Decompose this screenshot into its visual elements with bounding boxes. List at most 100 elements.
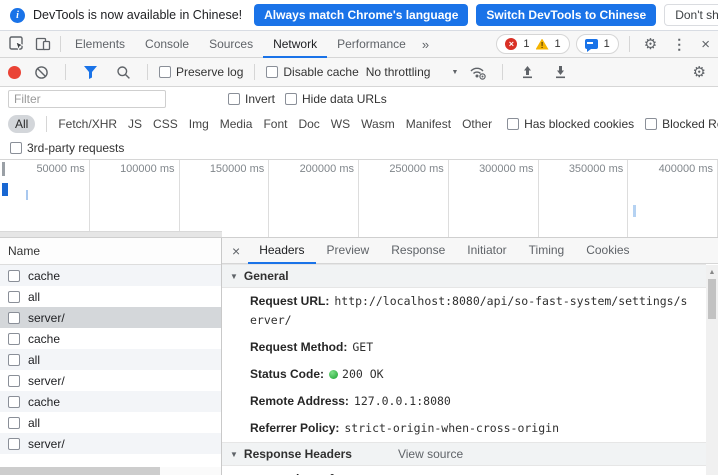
network-main-area: Name cache all server/ cache all server/… <box>0 238 718 475</box>
filter-input[interactable] <box>8 90 166 108</box>
disclosure-triangle-icon: ▼ <box>230 272 238 281</box>
import-har-icon[interactable] <box>514 61 540 83</box>
row-checkbox[interactable] <box>8 333 20 345</box>
issues-badge[interactable]: 1 <box>576 34 619 54</box>
headers-content: ▼ General Request URL:http://localhost:8… <box>222 264 718 475</box>
export-har-icon[interactable] <box>547 61 573 83</box>
request-row[interactable]: all <box>0 349 221 370</box>
general-section-header[interactable]: ▼ General <box>222 264 706 288</box>
scrollbar-thumb[interactable] <box>708 279 716 319</box>
row-checkbox[interactable] <box>8 417 20 429</box>
divider <box>502 64 503 80</box>
type-filter-all[interactable]: All <box>8 115 35 133</box>
type-filter-wasm[interactable]: Wasm <box>361 117 395 131</box>
disable-cache-checkbox[interactable]: Disable cache <box>266 65 358 79</box>
settings-gear-icon[interactable]: ⚙ <box>640 35 661 53</box>
inspect-element-icon[interactable] <box>4 33 30 55</box>
details-tab-preview[interactable]: Preview <box>316 238 381 264</box>
info-icon: i <box>10 8 25 23</box>
disclosure-triangle-icon: ▼ <box>230 450 238 459</box>
preserve-log-checkbox[interactable]: Preserve log <box>159 65 243 79</box>
request-row[interactable]: cache <box>0 391 221 412</box>
tab-network[interactable]: Network <box>263 31 327 58</box>
response-headers-section-title: Response Headers <box>244 447 352 461</box>
type-filter-manifest[interactable]: Manifest <box>406 117 451 131</box>
request-row[interactable]: cache <box>0 265 221 286</box>
overview-scroll-thumb[interactable] <box>0 231 222 237</box>
details-tab-headers[interactable]: Headers <box>248 238 315 264</box>
checkbox[interactable] <box>228 93 240 105</box>
blocked-requests-label: Blocked Requests <box>662 117 718 131</box>
type-filter-doc[interactable]: Doc <box>298 117 319 131</box>
request-row-selected[interactable]: server/ <box>0 307 221 328</box>
divider <box>60 36 61 52</box>
devtools-close-icon[interactable]: × <box>697 37 714 52</box>
type-filter-font[interactable]: Font <box>263 117 287 131</box>
network-conditions-icon[interactable] <box>465 61 491 83</box>
checkbox[interactable] <box>266 66 278 78</box>
network-settings-gear-icon[interactable]: ⚙ <box>689 63 710 81</box>
kebab-menu-icon[interactable]: ⋮ <box>667 36 691 53</box>
row-checkbox[interactable] <box>8 270 20 282</box>
details-tab-response[interactable]: Response <box>380 238 456 264</box>
tab-performance[interactable]: Performance <box>327 31 416 58</box>
has-blocked-cookies-checkbox[interactable]: Has blocked cookies <box>507 117 634 131</box>
network-overview-timeline[interactable]: 50000 ms 100000 ms 150000 ms 200000 ms 2… <box>0 160 718 238</box>
search-icon[interactable] <box>110 61 136 83</box>
type-filter-ws[interactable]: WS <box>331 117 350 131</box>
checkbox[interactable] <box>645 118 657 130</box>
dont-show-again-button[interactable]: Don't show again <box>664 4 718 26</box>
request-row[interactable]: cache <box>0 328 221 349</box>
row-checkbox[interactable] <box>8 291 20 303</box>
always-match-language-button[interactable]: Always match Chrome's language <box>254 4 468 26</box>
request-row[interactable]: all <box>0 286 221 307</box>
invert-checkbox[interactable]: Invert <box>228 92 275 106</box>
throttling-dropdown[interactable]: No throttling ▼ <box>366 65 459 79</box>
details-close-icon[interactable]: × <box>222 243 248 259</box>
filter-funnel-icon[interactable] <box>77 61 103 83</box>
type-filter-js[interactable]: JS <box>128 117 142 131</box>
view-source-link[interactable]: View source <box>398 447 463 461</box>
scrollbar-thumb[interactable] <box>0 467 160 475</box>
tab-console[interactable]: Console <box>135 31 199 58</box>
type-filter-media[interactable]: Media <box>220 117 253 131</box>
row-checkbox[interactable] <box>8 375 20 387</box>
device-toolbar-icon[interactable] <box>30 33 56 55</box>
divider <box>65 64 66 80</box>
more-tabs-icon[interactable]: » <box>416 37 435 52</box>
tab-sources[interactable]: Sources <box>199 31 263 58</box>
third-party-requests-checkbox[interactable]: 3rd-party requests <box>10 141 124 155</box>
request-row[interactable]: server/ <box>0 370 221 391</box>
checkbox[interactable] <box>285 93 297 105</box>
row-checkbox[interactable] <box>8 312 20 324</box>
referrer-policy-row: Referrer Policy:strict-origin-when-cross… <box>222 415 706 442</box>
console-errors-warnings-badge[interactable]: × 1 ! 1 <box>496 34 569 54</box>
vertical-scrollbar[interactable]: ▲ <box>706 265 718 475</box>
details-tab-initiator[interactable]: Initiator <box>456 238 517 264</box>
checkbox[interactable] <box>159 66 171 78</box>
type-filter-img[interactable]: Img <box>189 117 209 131</box>
details-tab-cookies[interactable]: Cookies <box>575 238 640 264</box>
hide-data-urls-checkbox[interactable]: Hide data URLs <box>285 92 387 106</box>
blocked-requests-checkbox[interactable]: Blocked Requests <box>645 117 718 131</box>
type-filter-css[interactable]: CSS <box>153 117 178 131</box>
switch-devtools-chinese-button[interactable]: Switch DevTools to Chinese <box>476 4 656 26</box>
horizontal-scrollbar[interactable] <box>0 467 221 475</box>
record-network-log-icon[interactable] <box>8 66 21 79</box>
checkbox[interactable] <box>10 142 22 154</box>
row-checkbox[interactable] <box>8 396 20 408</box>
scroll-up-icon[interactable]: ▲ <box>706 265 718 276</box>
clear-network-log-icon[interactable] <box>28 61 54 83</box>
request-row[interactable]: all <box>0 412 221 433</box>
row-checkbox[interactable] <box>8 438 20 450</box>
response-headers-section-header[interactable]: ▼ Response Headers View source <box>222 442 706 466</box>
details-tab-timing[interactable]: Timing <box>518 238 576 264</box>
type-filter-fetch-xhr[interactable]: Fetch/XHR <box>58 117 117 131</box>
request-row[interactable]: server/ <box>0 433 221 454</box>
type-filter-other[interactable]: Other <box>462 117 492 131</box>
devtools-language-infobar: i DevTools is now available in Chinese! … <box>0 0 718 31</box>
row-checkbox[interactable] <box>8 354 20 366</box>
checkbox[interactable] <box>507 118 519 130</box>
tab-elements[interactable]: Elements <box>65 31 135 58</box>
name-column-header[interactable]: Name <box>0 238 221 265</box>
